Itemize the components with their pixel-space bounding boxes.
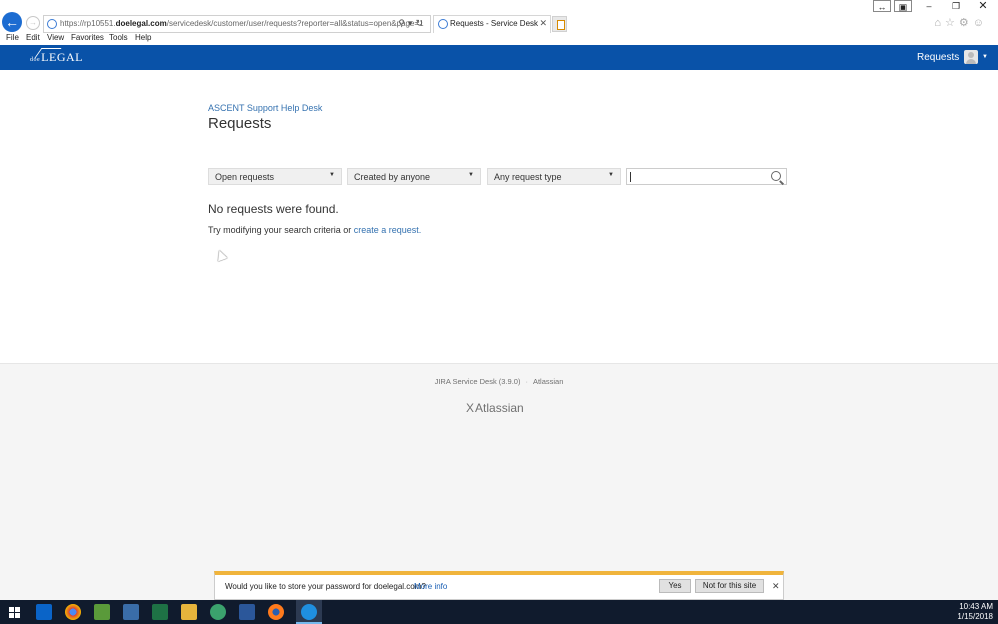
status-filter-label: Open requests	[215, 172, 275, 182]
search-input[interactable]	[629, 170, 769, 183]
excel-icon[interactable]	[152, 604, 168, 620]
windows-taskbar: 10:43 AM 1/15/2018	[0, 600, 998, 624]
browser-titlebar: ← → https://rp10551.doelegal.com/service…	[0, 0, 998, 33]
chrome-icon[interactable]	[65, 604, 81, 620]
text-cursor	[630, 172, 631, 182]
address-url[interactable]: https://rp10551.doelegal.com/servicedesk…	[60, 19, 424, 28]
search-box[interactable]	[626, 168, 787, 185]
request-type-filter-label: Any request type	[494, 172, 562, 182]
user-avatar[interactable]	[964, 50, 978, 64]
app-header: doeLEGAL Requests ▼	[0, 45, 998, 70]
menu-tools[interactable]: Tools	[109, 33, 128, 42]
reporter-filter-label: Created by anyone	[354, 172, 431, 182]
tab-favicon-icon	[438, 19, 448, 29]
header-requests-link[interactable]: Requests	[917, 52, 959, 63]
menu-file[interactable]: File	[6, 33, 19, 42]
page-title: Requests	[208, 115, 272, 132]
atlassian-logo[interactable]: ΧAtlassian	[466, 401, 524, 415]
request-type-filter-dropdown[interactable]: Any request type ▼	[487, 168, 621, 185]
address-search-refresh-icons[interactable]: ⚲▾↻	[398, 18, 426, 29]
back-arrow-icon[interactable]: ←	[2, 12, 22, 32]
footer-vendor-link[interactable]: Atlassian	[533, 377, 563, 386]
mouse-pointer-icon	[214, 248, 228, 262]
empty-state-hint: Try modifying your search criteria or cr…	[208, 225, 422, 235]
create-request-link[interactable]: create a request.	[354, 225, 422, 235]
site-favicon-icon	[47, 19, 57, 29]
breadcrumb[interactable]: ASCENT Support Help Desk	[208, 103, 322, 113]
chevron-down-icon[interactable]: ▼	[982, 54, 988, 60]
menu-bar: File Edit View Favorites Tools Help	[0, 33, 998, 45]
app-icon[interactable]	[94, 604, 110, 620]
menu-help[interactable]: Help	[135, 33, 151, 42]
menu-edit[interactable]: Edit	[26, 33, 40, 42]
password-save-notification: Would you like to store your password fo…	[214, 571, 784, 600]
clock-time: 10:43 AM	[959, 602, 993, 611]
minimize-icon[interactable]: –	[922, 0, 936, 12]
tab-title: Requests - Service Desk	[450, 19, 539, 28]
reporter-filter-dropdown[interactable]: Created by anyone ▼	[347, 168, 481, 185]
restore-tab-icon[interactable]: ↔	[873, 0, 891, 12]
tab-close-icon[interactable]: ✕	[539, 18, 547, 29]
status-filter-dropdown[interactable]: Open requests ▼	[208, 168, 342, 185]
close-window-icon[interactable]: ✕	[976, 0, 990, 12]
firefox-icon[interactable]	[268, 604, 284, 620]
file-explorer-icon[interactable]	[181, 604, 197, 620]
footer-product-link[interactable]: JIRA Service Desk (3.9.0)	[435, 377, 521, 386]
not-for-this-site-button[interactable]: Not for this site	[695, 579, 764, 593]
atlassian-logo-icon: Χ	[466, 401, 475, 415]
menu-view[interactable]: View	[47, 33, 64, 42]
clock-date: 1/15/2018	[957, 612, 993, 621]
tab-requests[interactable]: Requests - Service Desk ✕	[433, 15, 551, 33]
internet-explorer-icon[interactable]	[301, 604, 317, 620]
close-icon[interactable]: ✕	[772, 581, 780, 592]
page-footer: JIRA Service Desk (3.9.0) · Atlassian ΧAtl…	[0, 363, 998, 600]
word-icon[interactable]	[239, 604, 255, 620]
phone-icon[interactable]	[210, 604, 226, 620]
system-clock[interactable]: 10:43 AM 1/15/2018	[957, 602, 993, 622]
notification-message: Would you like to store your password fo…	[225, 582, 426, 591]
yes-button[interactable]: Yes	[659, 579, 691, 593]
more-info-link[interactable]: More info	[414, 582, 447, 591]
outlook-icon[interactable]	[36, 604, 52, 620]
home-favorites-settings-icons[interactable]: ⌂☆⚙☺	[934, 16, 988, 29]
menu-favorites[interactable]: Favorites	[71, 33, 104, 42]
new-tab-button[interactable]	[552, 16, 567, 32]
search-icon[interactable]	[771, 171, 781, 181]
footer-credits: JIRA Service Desk (3.9.0) · Atlassian	[434, 377, 564, 386]
app-window-icon[interactable]	[123, 604, 139, 620]
empty-state-title: No requests were found.	[208, 202, 339, 216]
address-bar[interactable]: https://rp10551.doelegal.com/servicedesk…	[43, 15, 431, 33]
company-logo[interactable]: doeLEGAL	[30, 50, 83, 65]
chevron-down-icon: ▼	[329, 172, 335, 178]
chevron-down-icon: ▼	[608, 172, 614, 178]
maximize-icon[interactable]: ❐	[949, 0, 963, 12]
tile-view-icon[interactable]: ▣	[894, 0, 912, 12]
windows-start-icon[interactable]	[9, 607, 20, 618]
forward-arrow-icon[interactable]: →	[26, 16, 40, 30]
chevron-down-icon: ▼	[468, 172, 474, 178]
